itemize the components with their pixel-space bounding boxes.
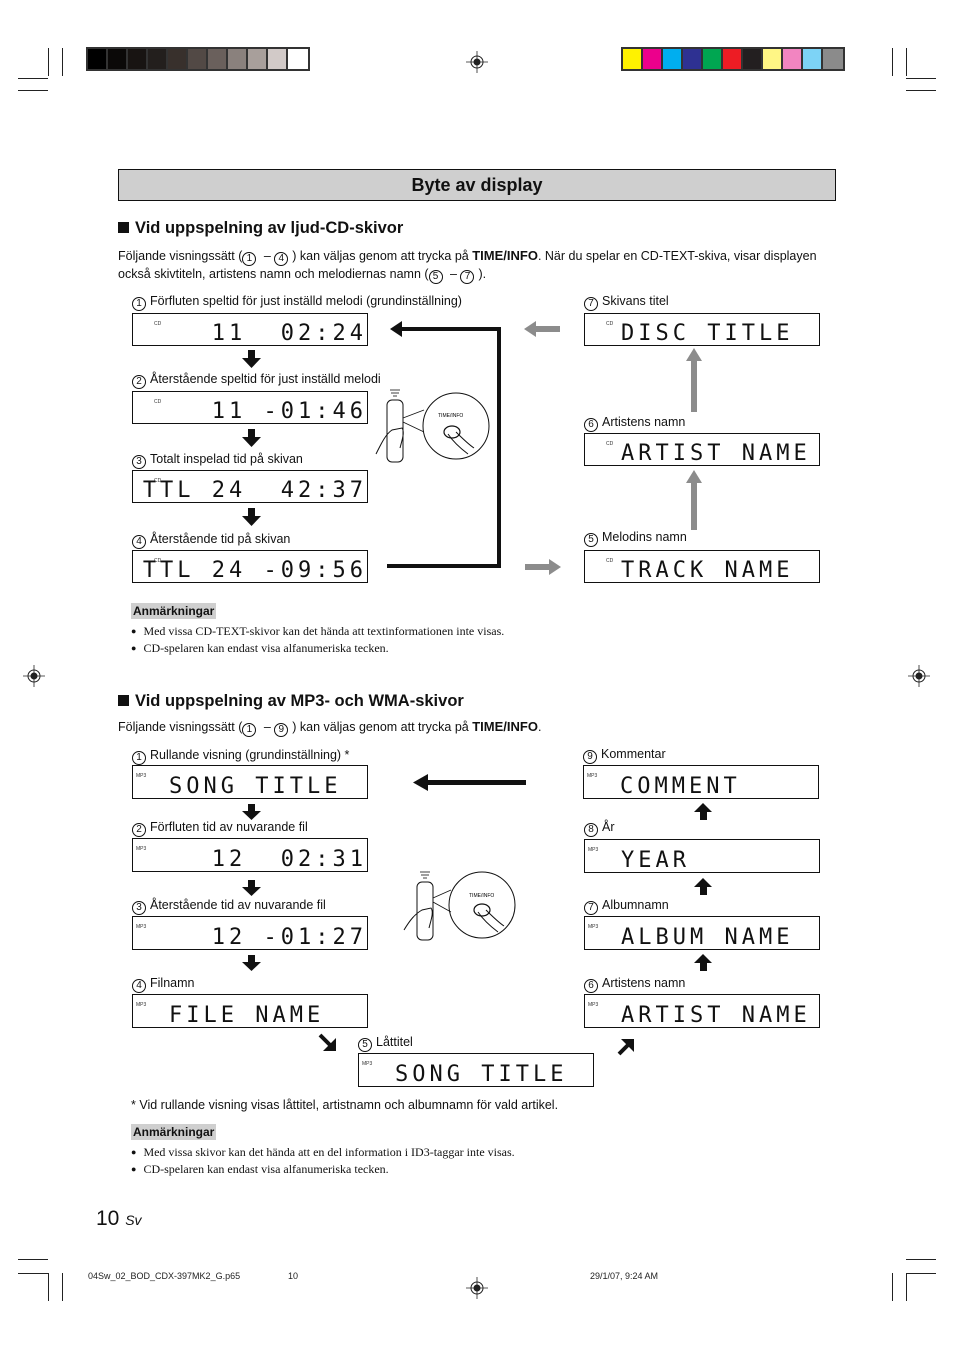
up-arrow-icon <box>694 803 712 820</box>
mp3-footnote: * Vid rullande visning visas låttitel, a… <box>131 1098 559 1112</box>
up-arrow-icon <box>694 954 712 971</box>
registration-mark-icon <box>466 1277 488 1299</box>
footer-filename: 04Sw_02_BOD_CDX-397MK2_G.p65 <box>88 1271 241 1281</box>
list-item: Med vissa skivor kan det hända att en de… <box>131 1144 514 1161</box>
up-right-arrow-icon <box>617 1039 634 1056</box>
footer-page: 10 <box>288 1271 299 1281</box>
list-item: CD-spelaren kan endast visa alfanumerisk… <box>131 1161 515 1178</box>
up-arrow-icon <box>694 878 712 895</box>
footer-timestamp: 29/1/07, 9:24 AM <box>590 1271 659 1281</box>
down-right-arrow-icon <box>318 1033 336 1051</box>
mp3-notes-list: Med vissa skivor kan det hända att en de… <box>131 1144 515 1178</box>
mp3-notes-heading: Anmärkningar <box>131 1124 217 1140</box>
page-number: 10 Sv <box>96 1207 142 1230</box>
down-arrow-icon <box>242 880 261 896</box>
svg-text:TIME/INFO: TIME/INFO <box>469 893 494 899</box>
left-arrow-icon <box>413 774 526 791</box>
down-arrow-icon <box>242 955 261 971</box>
down-arrow-icon <box>242 804 261 820</box>
remote-control-illustration: TIME/INFO <box>403 871 516 941</box>
